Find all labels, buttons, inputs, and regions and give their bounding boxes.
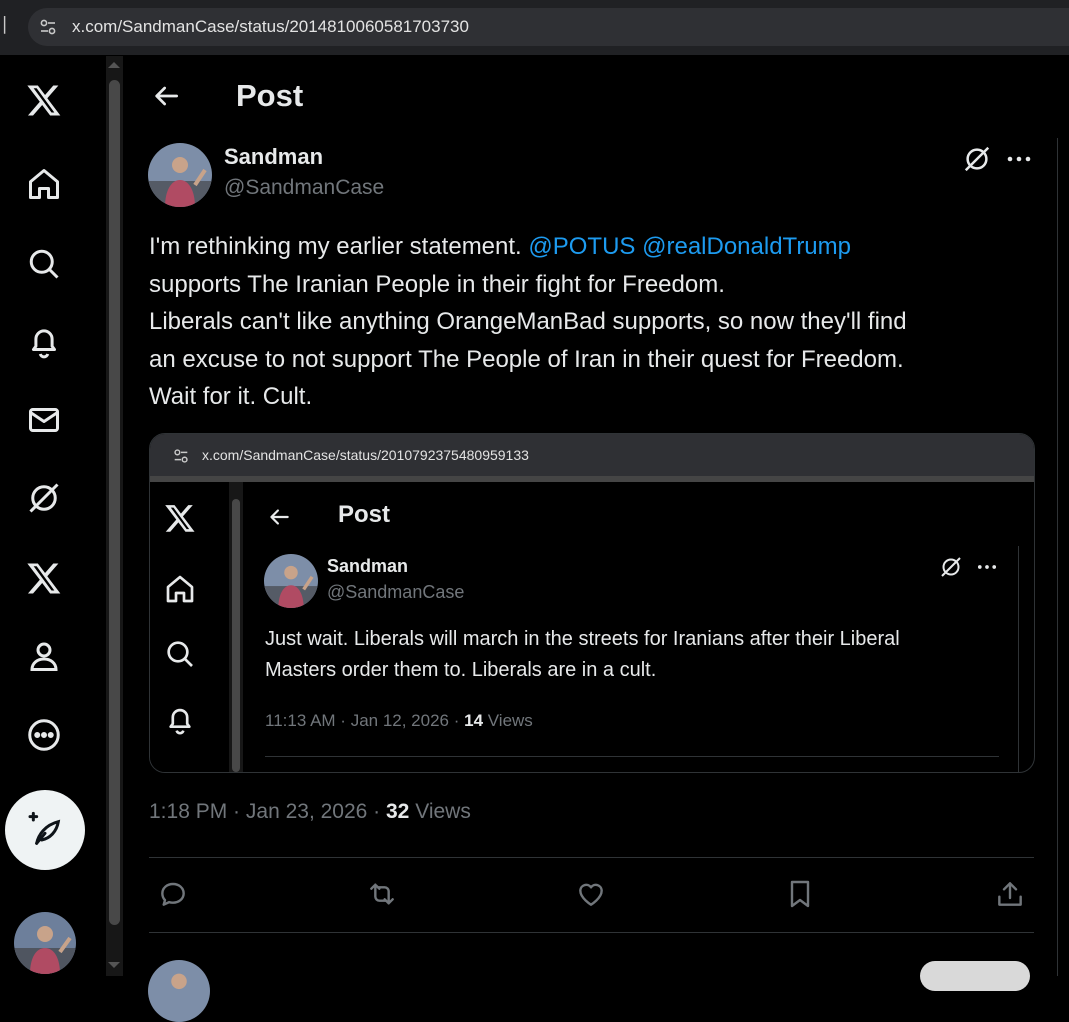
like-icon xyxy=(579,883,603,906)
notifications-icon[interactable] xyxy=(24,322,64,362)
column-divider xyxy=(1057,138,1058,976)
x-logo-icon[interactable] xyxy=(24,80,64,120)
more-options-icon xyxy=(977,565,997,569)
divider xyxy=(149,932,1034,933)
reply-icon xyxy=(161,882,185,906)
embedded-display-name: Sandman xyxy=(327,556,409,576)
post-text-line: supports The Iranian People in their fig… xyxy=(149,270,725,298)
scrollbar-thumb[interactable] xyxy=(109,80,120,925)
divider xyxy=(149,857,1034,858)
meta-separator: · xyxy=(227,800,246,823)
share-button[interactable] xyxy=(992,876,1028,912)
embedded-divider xyxy=(265,756,999,757)
site-settings-icon[interactable] xyxy=(38,17,58,37)
account-avatar[interactable] xyxy=(14,912,76,974)
notifications-icon xyxy=(162,702,198,738)
grok-icon xyxy=(941,557,961,577)
embedded-url-text: x.com/SandmanCase/status/201079237548095… xyxy=(202,447,529,463)
search-icon[interactable] xyxy=(24,244,64,284)
post-time[interactable]: 1:18 PM xyxy=(149,800,227,823)
author-display-name[interactable]: Sandman xyxy=(224,144,323,170)
browser-toolbar: ∣ x.com/SandmanCase/status/2014810060581… xyxy=(0,0,1069,55)
bookmark-icon xyxy=(790,880,810,908)
search-icon xyxy=(162,636,198,672)
more-icon[interactable] xyxy=(24,715,64,755)
mention-link[interactable]: @POTUS xyxy=(528,233,635,260)
repost-icon xyxy=(370,883,394,905)
compose-post-button[interactable] xyxy=(5,790,85,870)
embedded-scrollbar-thumb xyxy=(232,499,240,772)
attached-screenshot-image[interactable]: x.com/SandmanCase/status/201079237548095… xyxy=(149,433,1035,773)
home-icon xyxy=(162,571,198,607)
views-label: Views xyxy=(409,800,471,823)
x-logo-icon xyxy=(162,500,198,536)
tab-edge: ∣ xyxy=(0,14,9,34)
post-text-line: Wait for it. Cult. xyxy=(149,383,313,410)
post-meta: 1:18 PM · Jan 23, 2026 · 32 Views xyxy=(149,800,471,824)
post-date[interactable]: Jan 23, 2026 xyxy=(246,800,367,823)
profile-icon[interactable] xyxy=(24,636,64,676)
embedded-author-avatar xyxy=(264,554,318,608)
embedded-post-text: Just wait. Liberals will march in the st… xyxy=(265,624,1005,686)
meta-separator: · xyxy=(335,711,351,730)
bookmark-button[interactable] xyxy=(782,876,818,912)
author-handle[interactable]: @SandmanCase xyxy=(224,176,384,200)
embedded-address-bar: x.com/SandmanCase/status/201079237548095… xyxy=(150,434,1034,476)
meta-separator: · xyxy=(449,711,465,730)
meta-separator: · xyxy=(367,800,386,823)
mention-link[interactable]: @realDonaldTrump xyxy=(642,233,851,260)
post-text-line: I'm rethinking my earlier statement. @PO… xyxy=(149,228,1039,266)
back-arrow-icon[interactable] xyxy=(150,80,182,112)
embedded-text-line: Masters order them to. Liberals are in a… xyxy=(265,659,657,681)
embedded-post-meta: 11:13 AM · Jan 12, 2026 · 14 Views xyxy=(265,711,533,731)
back-arrow-icon xyxy=(270,509,289,525)
reply-button[interactable] xyxy=(155,876,191,912)
home-icon[interactable] xyxy=(24,164,64,204)
embedded-post-time: 11:13 AM xyxy=(265,711,336,730)
like-button[interactable] xyxy=(573,876,609,912)
share-icon xyxy=(998,882,1022,906)
post-text: I'm rethinking my earlier statement. @PO… xyxy=(149,228,1039,416)
grok-icon[interactable] xyxy=(962,144,992,174)
site-settings-icon xyxy=(174,449,188,463)
views-count: 32 xyxy=(386,800,410,823)
post-text-line: an excuse to not support The People of I… xyxy=(149,345,904,373)
embedded-views-label: Views xyxy=(483,711,533,730)
embedded-column-divider xyxy=(1018,546,1019,772)
url-text[interactable]: x.com/SandmanCase/status/201481006058170… xyxy=(72,17,469,37)
post-text-line: Liberals can't like anything OrangeManBa… xyxy=(149,308,907,335)
embedded-text-line: Just wait. Liberals will march in the st… xyxy=(265,628,900,650)
post-text-segment: I'm rethinking my earlier statement. xyxy=(149,233,529,260)
premium-x-icon[interactable] xyxy=(24,558,64,598)
embedded-tab-stripe xyxy=(150,476,1034,482)
more-options-icon[interactable] xyxy=(1004,146,1034,172)
embedded-page-title: Post xyxy=(338,501,391,528)
scroll-down-arrow-icon[interactable] xyxy=(108,962,120,968)
grok-icon[interactable] xyxy=(24,478,64,518)
repost-button[interactable] xyxy=(364,876,400,912)
messages-icon[interactable] xyxy=(24,400,64,440)
embedded-post-date: Jan 12, 2026 xyxy=(350,711,449,730)
reply-avatar[interactable] xyxy=(148,960,210,1022)
embedded-views-count: 14 xyxy=(464,711,484,730)
embedded-handle: @SandmanCase xyxy=(327,582,465,602)
compose-feather-icon xyxy=(28,811,61,845)
address-bar[interactable]: x.com/SandmanCase/status/201481006058170… xyxy=(28,8,1069,46)
page-title: Post xyxy=(236,78,304,113)
author-avatar[interactable] xyxy=(148,143,212,207)
scroll-up-arrow-icon[interactable] xyxy=(108,62,120,68)
reply-button-pill[interactable] xyxy=(920,961,1030,991)
